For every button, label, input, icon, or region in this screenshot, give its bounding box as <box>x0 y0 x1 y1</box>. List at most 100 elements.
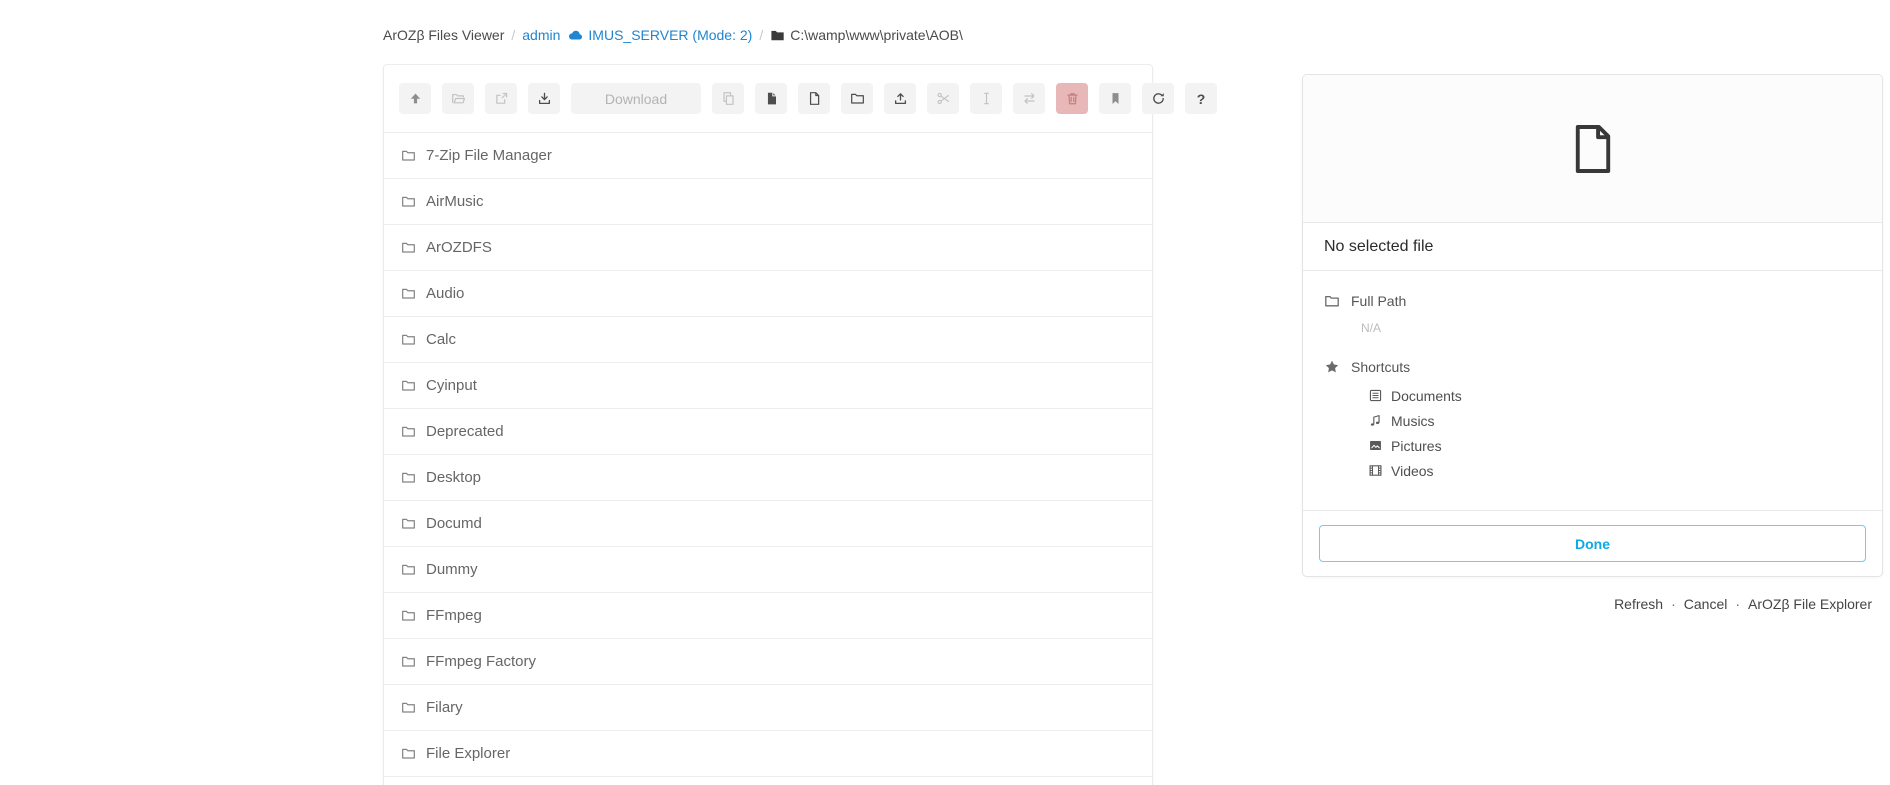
cloud-icon <box>567 27 583 43</box>
breadcrumb-separator: / <box>759 27 763 43</box>
footer-separator: · <box>1735 596 1740 612</box>
shortcut-documents[interactable]: Documents <box>1368 383 1861 408</box>
exchange-icon <box>1022 91 1037 106</box>
file-list-item[interactable]: Cyinput <box>384 363 1152 409</box>
shortcut-pictures[interactable]: Pictures <box>1368 433 1861 458</box>
paste-button[interactable] <box>755 83 787 114</box>
refresh-button[interactable] <box>1142 83 1174 114</box>
delete-button[interactable] <box>1056 83 1088 114</box>
preview-icon-section <box>1303 75 1882 223</box>
new-folder-button[interactable] <box>841 83 873 114</box>
breadcrumb: ArOZβ Files Viewer / admin IMUS_SERVER (… <box>383 27 963 43</box>
download-file-button[interactable] <box>528 83 560 114</box>
folder-icon <box>401 516 416 531</box>
toolbar: Download? <box>384 65 1152 133</box>
help-button[interactable]: ? <box>1185 83 1217 114</box>
file-name: AirMusic <box>426 193 484 210</box>
open-button[interactable] <box>442 83 474 114</box>
file-list-item[interactable]: ArOZDFS <box>384 225 1152 271</box>
file-name: FFmpeg Factory <box>426 653 536 670</box>
folder-icon <box>770 28 785 43</box>
bookmark-icon <box>1108 91 1123 106</box>
open-in-new-button[interactable] <box>485 83 517 114</box>
selection-status: No selected file <box>1303 223 1882 271</box>
file-list: 7-Zip File Manager AirMusic ArOZDFS Audio Ca… <box>384 133 1152 777</box>
user-link[interactable]: admin <box>522 27 560 43</box>
paste-icon <box>764 91 779 106</box>
shortcut-label: Musics <box>1391 413 1435 429</box>
file-name: Dummy <box>426 561 478 578</box>
file-name: Documd <box>426 515 482 532</box>
file-list-item[interactable]: Filary <box>384 685 1152 731</box>
file-list-item[interactable]: Dummy <box>384 547 1152 593</box>
footer-links: Refresh·Cancel·ArOZβ File Explorer <box>1614 596 1872 612</box>
path-crumb: C:\wamp\www\private\AOB\ <box>770 27 963 43</box>
film-icon <box>1368 463 1383 478</box>
cut-button[interactable] <box>927 83 959 114</box>
file-list-item[interactable]: 7-Zip File Manager <box>384 133 1152 179</box>
shortcut-label: Videos <box>1391 463 1434 479</box>
file-icon <box>807 91 822 106</box>
shortcut-videos[interactable]: Videos <box>1368 458 1861 483</box>
folder-icon <box>401 654 416 669</box>
go-up-button[interactable] <box>399 83 431 114</box>
done-section: Done <box>1303 510 1882 576</box>
arrow-up-icon <box>408 91 423 106</box>
server-link[interactable]: IMUS_SERVER (Mode: 2) <box>588 27 752 43</box>
refresh-link[interactable]: Refresh <box>1614 596 1663 612</box>
bookmark-button[interactable] <box>1099 83 1131 114</box>
new-file-button[interactable] <box>798 83 830 114</box>
list-doc-icon <box>1368 388 1383 403</box>
shortcuts-header: Shortcuts <box>1324 359 1861 375</box>
upload-icon <box>893 91 908 106</box>
file-name: Filary <box>426 699 463 716</box>
file-list-item[interactable]: Deprecated <box>384 409 1152 455</box>
file-explorer-link[interactable]: ArOZβ File Explorer <box>1748 596 1872 612</box>
file-list-item[interactable]: FFmpeg Factory <box>384 639 1152 685</box>
download-button[interactable]: Download <box>571 83 701 114</box>
breadcrumb-separator: / <box>511 27 515 43</box>
copy-icon <box>721 91 736 106</box>
file-list-item[interactable]: Documd <box>384 501 1152 547</box>
folder-icon <box>401 286 416 301</box>
shortcuts-label: Shortcuts <box>1351 359 1410 375</box>
done-button[interactable]: Done <box>1319 525 1866 562</box>
picture-icon <box>1368 438 1383 453</box>
folder-icon <box>850 91 865 106</box>
shortcut-musics[interactable]: Musics <box>1368 408 1861 433</box>
full-path-value: N/A <box>1361 321 1861 335</box>
folder-icon <box>401 378 416 393</box>
file-list-item[interactable]: FFmpeg <box>384 593 1152 639</box>
folder-icon <box>401 332 416 347</box>
full-path-header: Full Path <box>1324 293 1861 309</box>
file-list-item[interactable]: Audio <box>384 271 1152 317</box>
music-icon <box>1368 413 1383 428</box>
file-list-item[interactable]: Calc <box>384 317 1152 363</box>
file-name: File Explorer <box>426 745 510 762</box>
file-list-item[interactable]: File Explorer <box>384 731 1152 777</box>
rename-button[interactable] <box>970 83 1002 114</box>
move-button[interactable] <box>1013 83 1045 114</box>
upload-button[interactable] <box>884 83 916 114</box>
file-preview-icon <box>1571 123 1615 175</box>
folder-icon <box>401 194 416 209</box>
file-name: Audio <box>426 285 464 302</box>
cancel-link[interactable]: Cancel <box>1684 596 1728 612</box>
file-list-item[interactable]: Desktop <box>384 455 1152 501</box>
file-name: Deprecated <box>426 423 504 440</box>
folder-icon <box>401 424 416 439</box>
preview-panel: No selected file Full Path N/A Shortcuts… <box>1302 74 1883 577</box>
copy-button[interactable] <box>712 83 744 114</box>
file-name: Cyinput <box>426 377 477 394</box>
folder-icon <box>401 746 416 761</box>
shortcut-label: Documents <box>1391 388 1462 404</box>
shortcut-list: Documents Musics Pictures Videos <box>1368 383 1861 483</box>
file-browser-panel: Download? 7-Zip File Manager AirMusic ArOZ… <box>383 64 1153 785</box>
current-path: C:\wamp\www\private\AOB\ <box>790 27 963 43</box>
folder-open-icon <box>451 91 466 106</box>
file-list-item[interactable]: AirMusic <box>384 179 1152 225</box>
folder-icon <box>401 608 416 623</box>
server-crumb[interactable]: IMUS_SERVER (Mode: 2) <box>567 27 752 43</box>
help-glyph: ? <box>1197 91 1206 107</box>
refresh-icon <box>1151 91 1166 106</box>
